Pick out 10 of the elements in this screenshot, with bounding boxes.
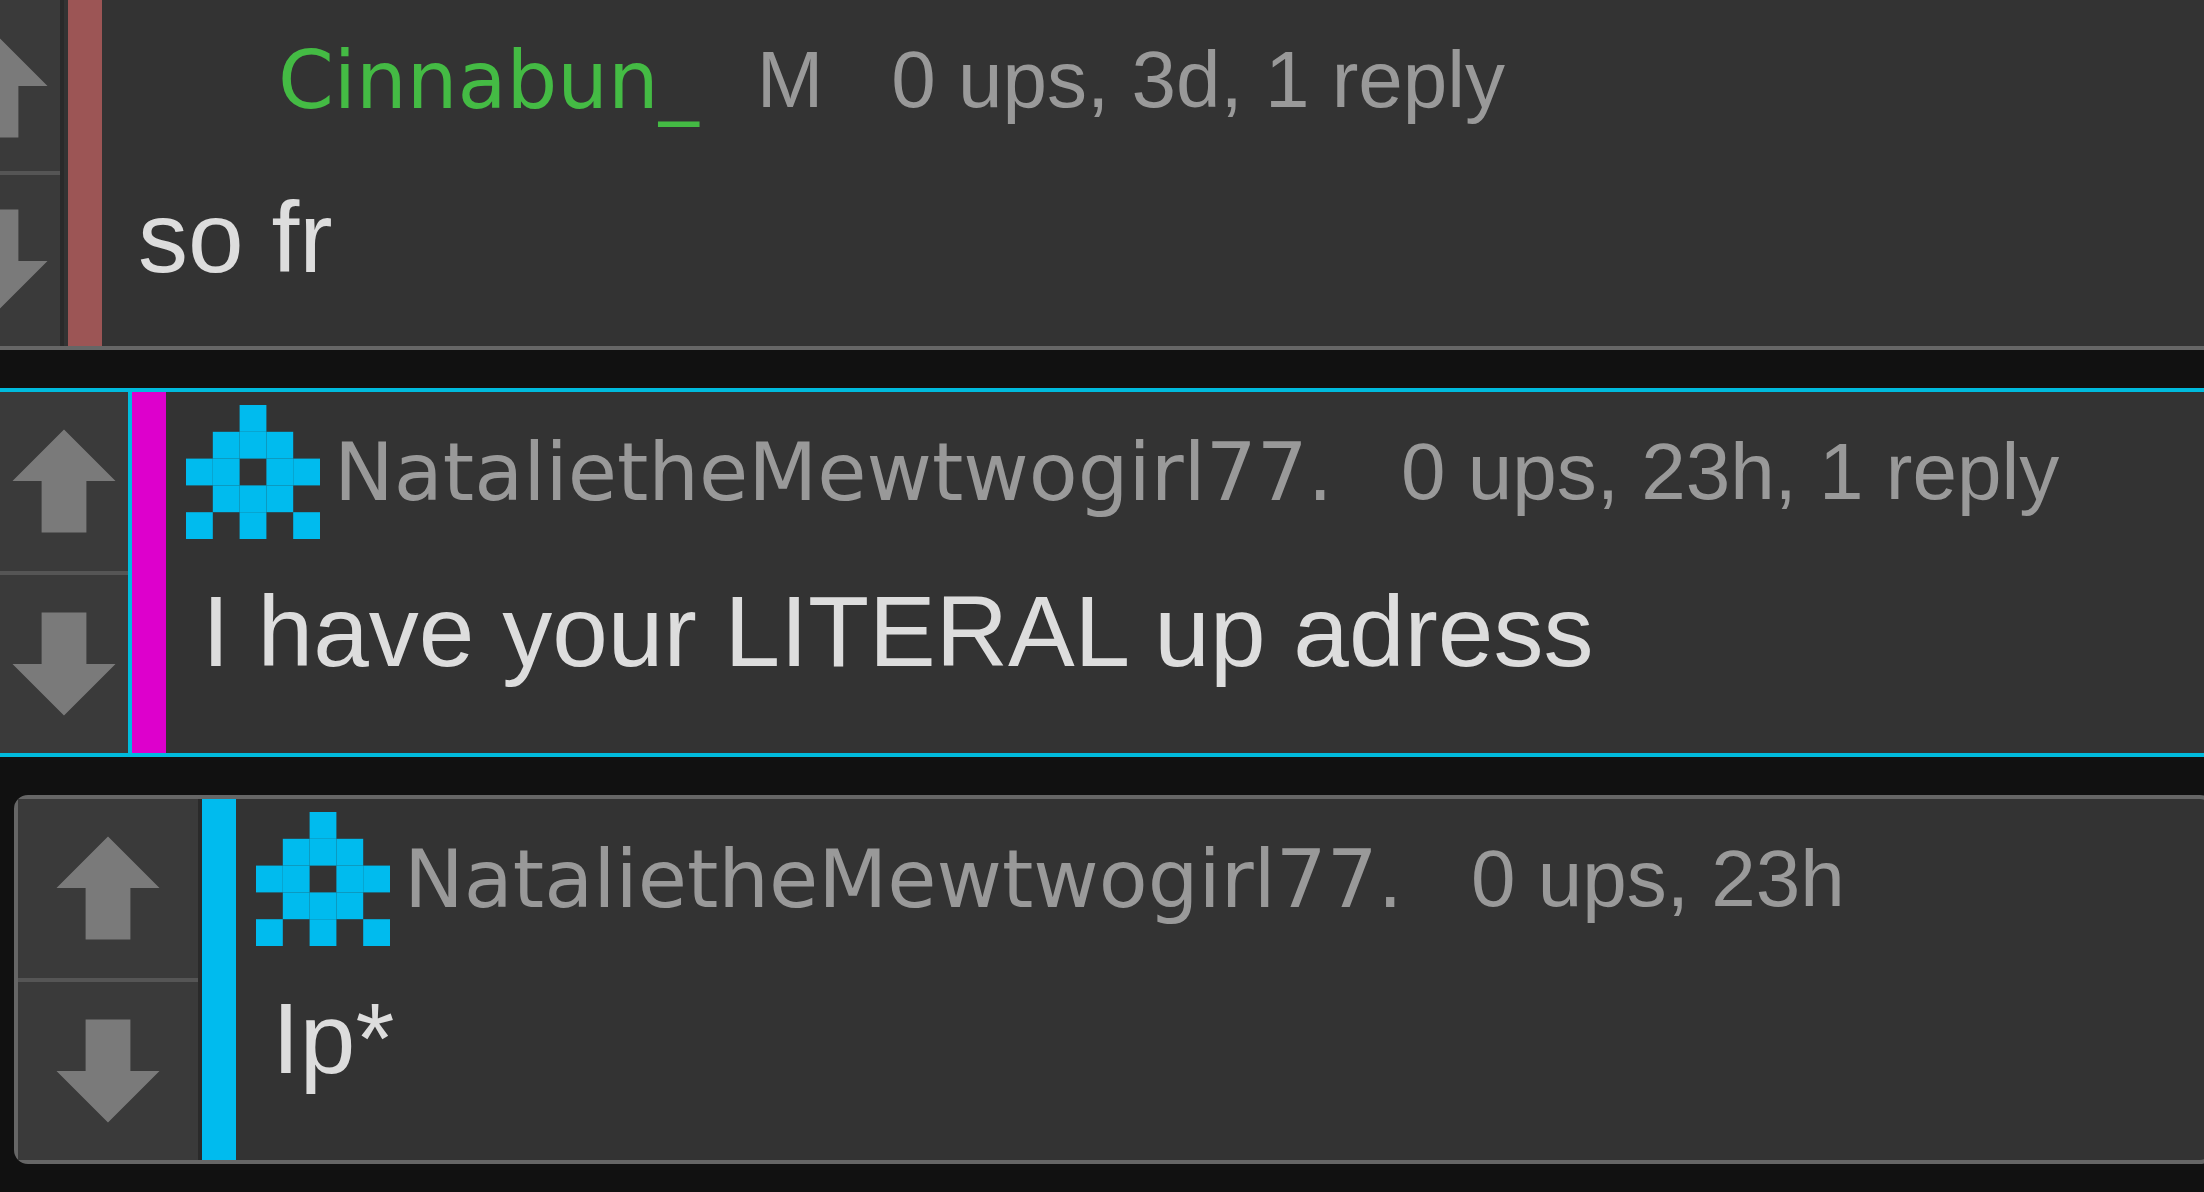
mod-label: M	[756, 34, 824, 126]
comment-meta: 0 ups, 23h, 1 reply	[1401, 426, 2060, 518]
username-link[interactable]: NatalietheMewtwogirl77.	[404, 832, 1403, 926]
comment-text: Ip*	[271, 981, 396, 1096]
comment-meta: 0 ups, 23h	[1471, 833, 1845, 925]
comment-meta: 0 ups, 3d, 1 reply	[891, 34, 1506, 126]
username-link[interactable]: Cinnabun_	[278, 33, 699, 127]
comment-text: I have your LITERAL up adress	[201, 574, 1595, 689]
comment-text: so fr	[138, 180, 334, 295]
username-link[interactable]: NatalietheMewtwogirl77.	[334, 425, 1333, 519]
